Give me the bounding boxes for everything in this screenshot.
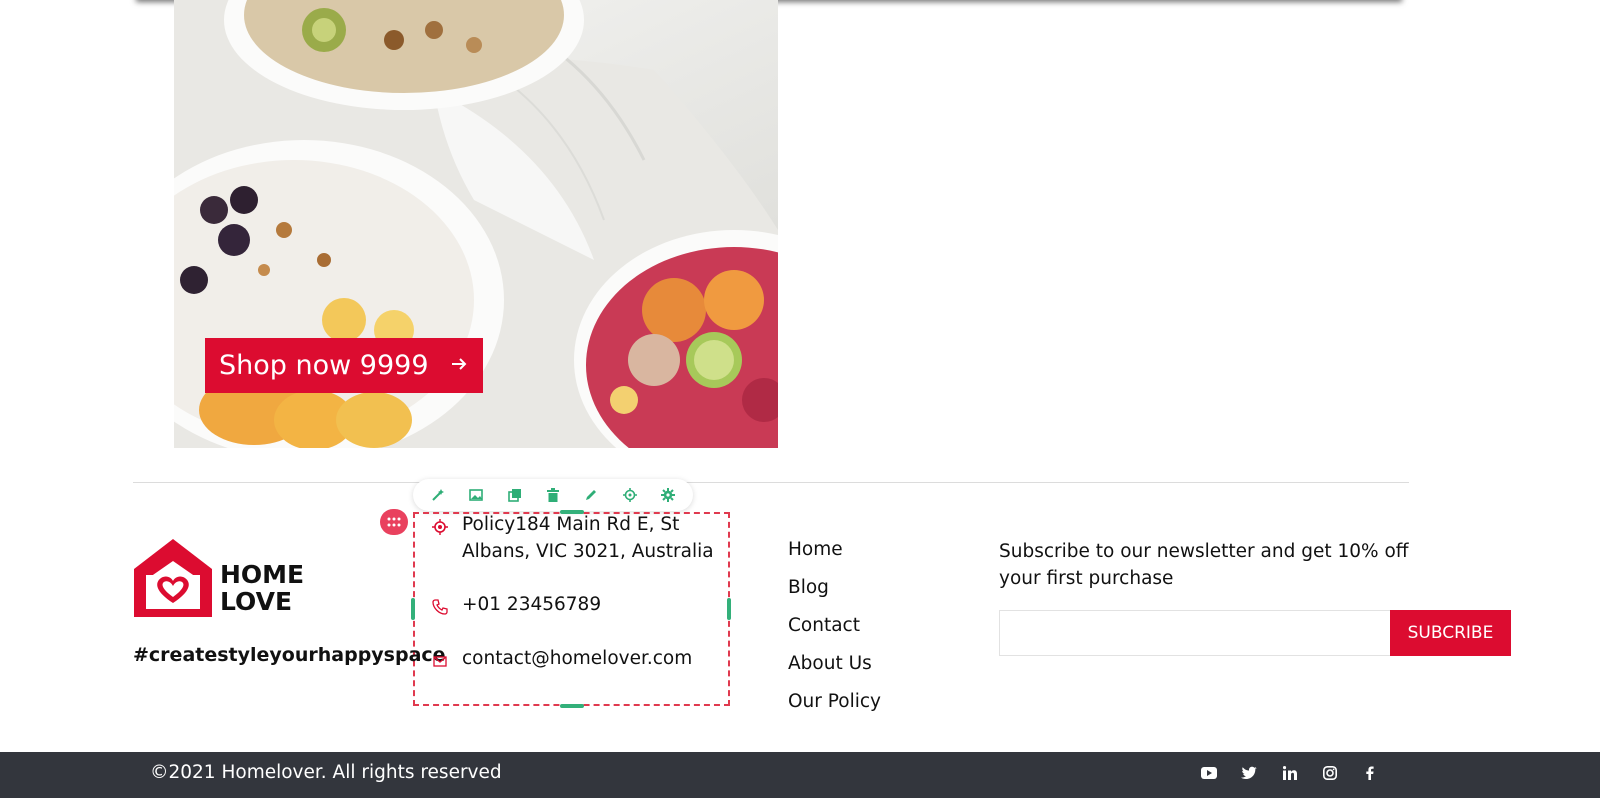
magic-wand-icon[interactable] — [430, 487, 446, 503]
arrow-right-icon — [449, 352, 469, 380]
grip-dots-icon[interactable] — [380, 509, 408, 535]
image-icon[interactable] — [468, 487, 484, 503]
house-heart-icon — [134, 539, 212, 617]
shop-now-label: Shop now 9999 — [219, 350, 429, 381]
resize-handle-left[interactable] — [411, 598, 415, 620]
newsletter-text: Subscribe to our newsletter and get 10% … — [999, 541, 1409, 589]
newsletter-email-input[interactable] — [999, 610, 1391, 656]
twitter-icon[interactable] — [1240, 764, 1258, 782]
gear-icon[interactable] — [660, 487, 676, 503]
brand-wordmark: HOME LOVE — [220, 561, 304, 615]
footer-link-home[interactable]: Home — [788, 539, 843, 560]
duplicate-icon[interactable] — [507, 487, 523, 503]
element-edit-toolbar — [413, 479, 693, 511]
email-address: contact@homelover.com — [462, 648, 693, 669]
linkedin-icon[interactable] — [1281, 764, 1299, 782]
phone-icon — [432, 596, 448, 615]
youtube-icon[interactable] — [1200, 764, 1218, 782]
pencil-icon[interactable] — [583, 487, 599, 503]
footer-link-blog[interactable]: Blog — [788, 577, 829, 598]
brand-hashtag: #createstyleyourhappyspace — [133, 644, 446, 666]
contact-address: Policy184 Main Rd E, St Albans, VIC 3021… — [432, 511, 714, 565]
facebook-icon[interactable] — [1361, 764, 1379, 782]
contact-email[interactable]: contact@homelover.com — [432, 645, 692, 672]
target-icon[interactable] — [622, 487, 638, 503]
section-divider — [133, 482, 1409, 483]
contact-phone[interactable]: +01 23456789 — [432, 591, 601, 618]
phone-number: +01 23456789 — [462, 594, 602, 615]
footer-link-about-us[interactable]: About Us — [788, 653, 872, 674]
instagram-icon[interactable] — [1321, 764, 1339, 782]
resize-handle-bottom[interactable] — [560, 704, 584, 708]
address-line-2: Albans, VIC 3021, Australia — [462, 541, 714, 562]
location-pin-icon — [432, 516, 448, 535]
address-line-1: Policy184 Main Rd E, St — [462, 514, 680, 535]
footer-link-contact[interactable]: Contact — [788, 615, 860, 636]
brand-line-2: LOVE — [220, 587, 293, 616]
copyright-text: ©2021 Homelover. All rights reserved — [150, 762, 502, 783]
shop-now-button[interactable]: Shop now 9999 — [205, 338, 483, 393]
email-icon — [432, 650, 448, 667]
footer-link-our-policy[interactable]: Our Policy — [788, 691, 881, 712]
subscribe-button[interactable]: SUBCRIBE — [1390, 610, 1511, 656]
brand-line-1: HOME — [220, 560, 305, 589]
trash-icon[interactable] — [545, 487, 561, 503]
resize-handle-right[interactable] — [727, 598, 731, 620]
